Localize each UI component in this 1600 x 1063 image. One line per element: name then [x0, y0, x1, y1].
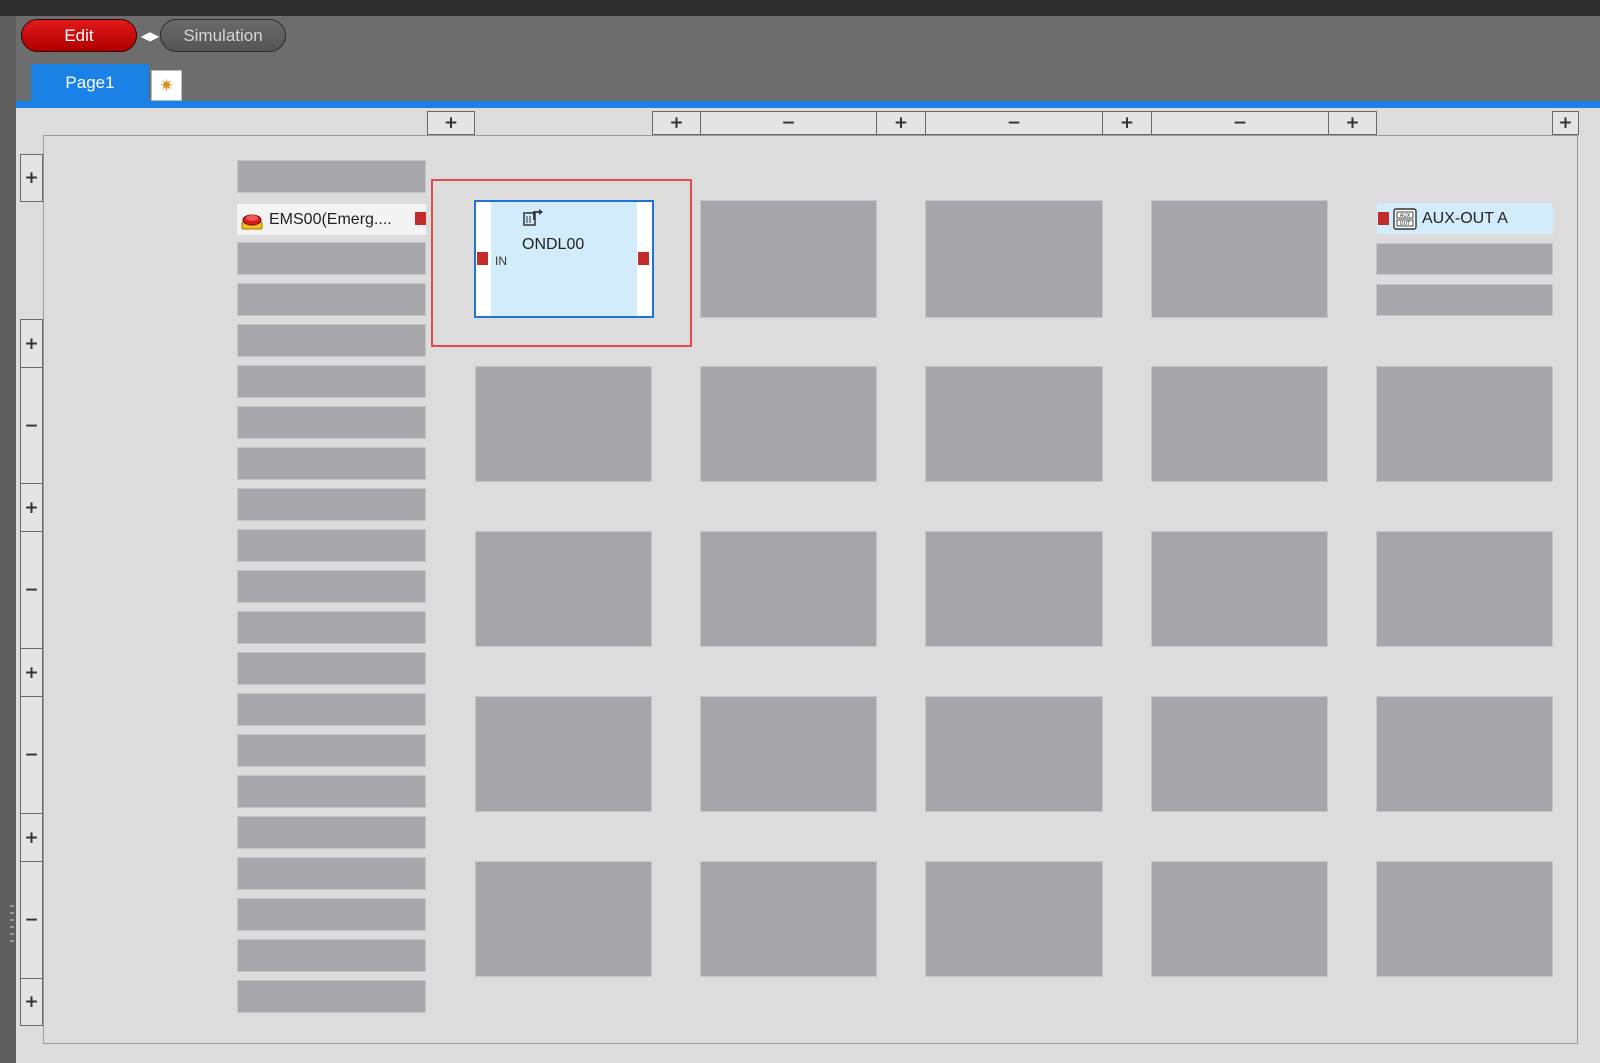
input-slot[interactable] — [237, 447, 426, 480]
input-port[interactable] — [477, 252, 488, 265]
insert-row-button[interactable]: + — [20, 648, 43, 697]
mode-switch-icon[interactable]: ◀▶ — [139, 26, 161, 46]
input-port[interactable] — [1378, 212, 1389, 225]
input-slot[interactable] — [237, 652, 426, 685]
input-slot[interactable] — [237, 857, 426, 890]
logic-cell[interactable] — [700, 366, 877, 482]
input-slot[interactable] — [237, 406, 426, 439]
insert-column-button[interactable]: + — [652, 111, 701, 135]
output-slot[interactable] — [1376, 243, 1553, 275]
insert-row-button[interactable]: + — [20, 978, 43, 1026]
splitter-grip — [10, 940, 14, 942]
input-slot[interactable] — [237, 365, 426, 398]
output-slot[interactable] — [1376, 284, 1553, 316]
input-slot[interactable] — [237, 488, 426, 521]
input-slot[interactable] — [237, 898, 426, 931]
input-slot[interactable] — [237, 939, 426, 972]
logic-cell[interactable] — [925, 366, 1103, 482]
logic-cell[interactable] — [1151, 696, 1328, 812]
input-device-label: EMS00(Emerg.... — [269, 210, 392, 228]
logic-cell[interactable] — [1151, 366, 1328, 482]
output-cell[interactable] — [1376, 366, 1553, 482]
delete-column-button[interactable]: − — [925, 111, 1103, 135]
insert-column-button[interactable]: + — [1552, 111, 1579, 135]
input-slot[interactable] — [237, 611, 426, 644]
output-cell[interactable] — [1376, 861, 1553, 977]
output-cell[interactable] — [1376, 531, 1553, 647]
input-device-ems00[interactable]: EMS00(Emerg.... — [237, 204, 426, 235]
delete-column-button[interactable]: − — [1151, 111, 1329, 135]
emergency-stop-icon — [241, 214, 263, 229]
input-slot[interactable] — [237, 693, 426, 726]
output-port[interactable] — [415, 212, 426, 225]
tab-page1[interactable]: Page1 — [31, 64, 149, 101]
on-delay-timer-icon — [523, 209, 543, 226]
logic-cell[interactable] — [925, 531, 1103, 647]
aux-out-icon: AUX OUT — [1393, 207, 1417, 230]
logic-cell[interactable] — [925, 696, 1103, 812]
delete-row-button[interactable]: − — [20, 861, 43, 979]
svg-text:AUX: AUX — [1400, 213, 1411, 219]
output-device-label: AUX-OUT A — [1422, 209, 1508, 227]
logic-cell[interactable] — [925, 861, 1103, 977]
logic-cell[interactable] — [1151, 861, 1328, 977]
logic-cell[interactable] — [700, 696, 877, 812]
insert-column-button[interactable]: + — [1328, 111, 1377, 135]
output-port[interactable] — [638, 252, 649, 265]
input-slot[interactable] — [237, 529, 426, 562]
insert-column-button[interactable]: + — [1102, 111, 1152, 135]
input-slot[interactable] — [237, 160, 426, 193]
logic-cell[interactable] — [475, 861, 652, 977]
logic-cell[interactable] — [475, 696, 652, 812]
simulation-mode-button[interactable]: Simulation — [160, 19, 286, 52]
logic-cell[interactable] — [1151, 531, 1328, 647]
logic-cell[interactable] — [925, 200, 1103, 318]
input-slot[interactable] — [237, 283, 426, 316]
title-strip — [0, 0, 1600, 16]
input-slot[interactable] — [237, 324, 426, 357]
delete-column-button[interactable]: − — [700, 111, 877, 135]
input-pin-label: IN — [495, 254, 507, 268]
input-slot[interactable] — [237, 816, 426, 849]
insert-column-button[interactable]: + — [876, 111, 926, 135]
splitter-grip — [10, 933, 14, 935]
input-slot[interactable] — [237, 734, 426, 767]
output-device-aux-out-a[interactable]: AUX OUT AUX-OUT A — [1377, 203, 1553, 234]
input-slot[interactable] — [237, 775, 426, 808]
delete-row-button[interactable]: − — [20, 367, 43, 484]
add-page-icon[interactable]: ✷ — [151, 70, 182, 101]
splitter-grip — [10, 926, 14, 928]
insert-row-button[interactable]: + — [20, 319, 43, 368]
logic-cell[interactable] — [700, 200, 877, 318]
tab-underline — [16, 101, 1600, 108]
logic-cell[interactable] — [700, 861, 877, 977]
delete-row-button[interactable]: − — [20, 696, 43, 814]
splitter-grip — [10, 912, 14, 914]
input-slot[interactable] — [237, 242, 426, 275]
delete-row-button[interactable]: − — [20, 531, 43, 649]
edit-mode-button[interactable]: Edit — [21, 19, 137, 52]
splitter-grip — [10, 919, 14, 921]
logic-cell[interactable] — [700, 531, 877, 647]
insert-row-button[interactable]: + — [20, 154, 43, 202]
input-slot[interactable] — [237, 570, 426, 603]
insert-row-button[interactable]: + — [20, 483, 43, 532]
logic-cell[interactable] — [475, 366, 652, 482]
splitter-grip — [10, 905, 14, 907]
function-block-ondl00[interactable]: ONDL00 IN — [474, 200, 654, 318]
logic-cell[interactable] — [1151, 200, 1328, 318]
svg-text:OUT: OUT — [1400, 221, 1412, 227]
output-cell[interactable] — [1376, 696, 1553, 812]
input-slot[interactable] — [237, 980, 426, 1013]
logic-cell[interactable] — [475, 531, 652, 647]
insert-column-button[interactable]: + — [427, 111, 475, 135]
insert-row-button[interactable]: + — [20, 813, 43, 862]
function-block-name: ONDL00 — [522, 236, 585, 253]
